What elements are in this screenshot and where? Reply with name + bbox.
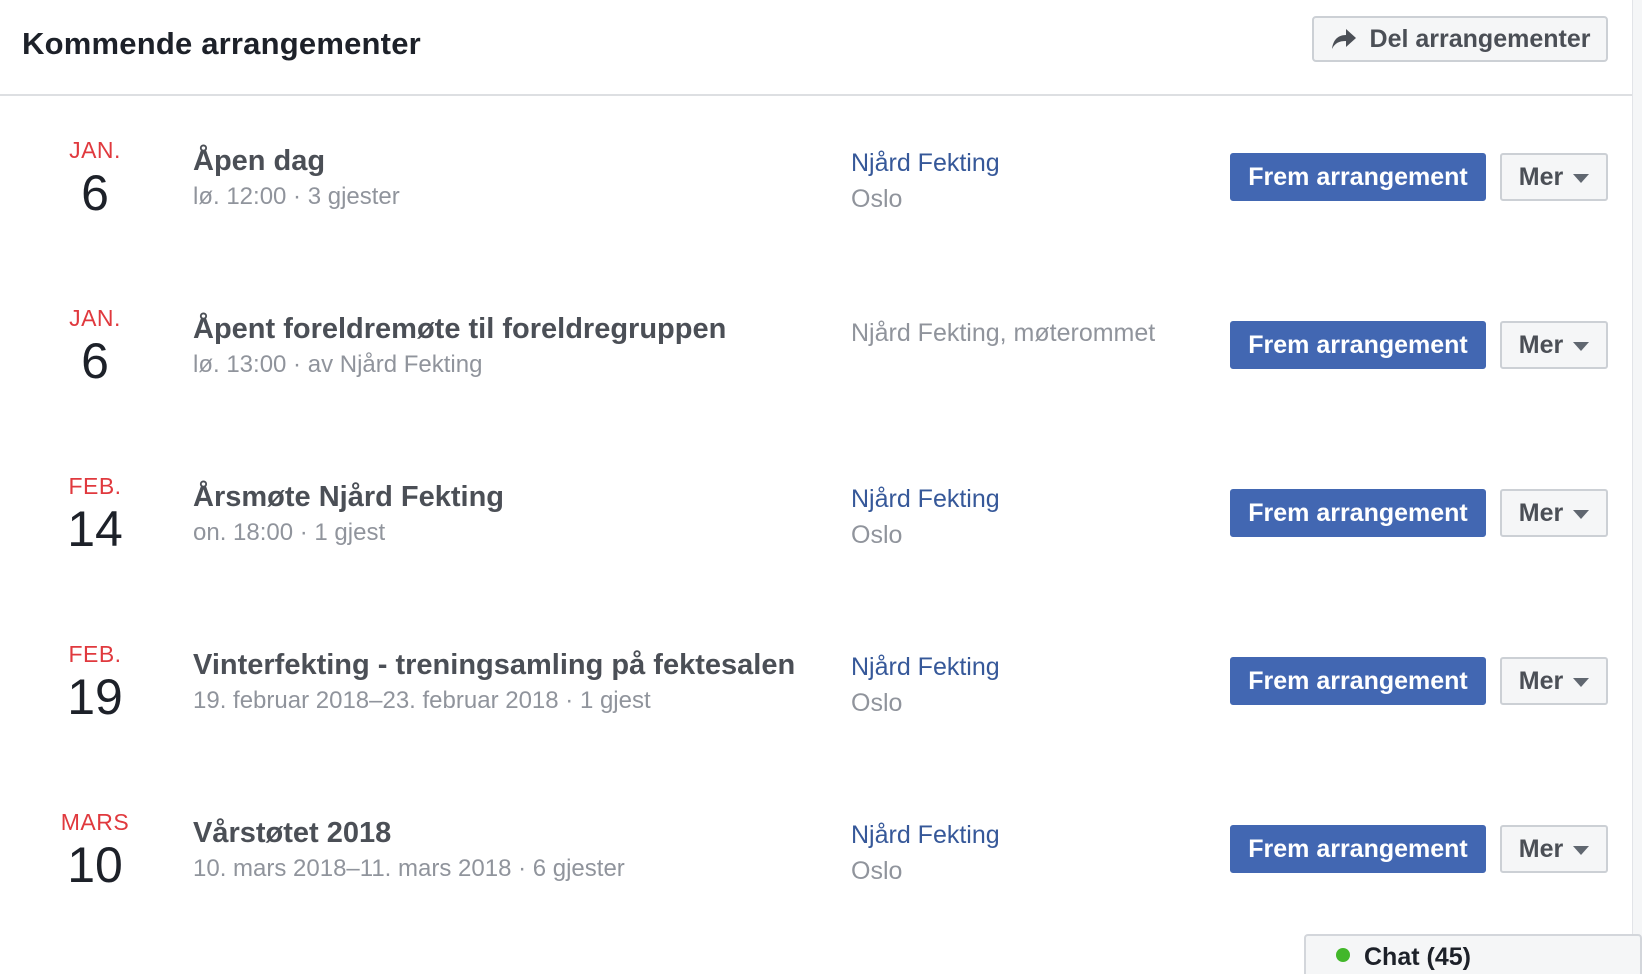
more-label: Mer xyxy=(1518,498,1564,527)
event-date: FEB. 19 xyxy=(30,639,160,725)
events-header: Kommende arrangementer Del arrangementer xyxy=(0,0,1632,96)
share-arrow-icon xyxy=(1330,27,1358,51)
event-day: 6 xyxy=(81,333,109,389)
scrollbar-track[interactable] xyxy=(1632,0,1642,974)
location-link[interactable]: Njård Fekting xyxy=(851,481,1000,517)
more-label: Mer xyxy=(1518,834,1564,863)
location-link[interactable]: Njård Fekting xyxy=(851,817,1000,853)
chat-tab[interactable]: Chat (45) xyxy=(1304,934,1642,974)
event-date: MARS 10 xyxy=(30,807,160,893)
location-link[interactable]: Njård Fekting xyxy=(851,145,1000,181)
location-city: Oslo xyxy=(851,857,903,885)
event-month: MARS xyxy=(60,809,130,835)
event-row: JAN. 6 Åpen dag lø. 12:00 · 3 gjester Nj… xyxy=(0,135,1632,303)
event-day: 14 xyxy=(67,501,123,557)
event-info: Åpent foreldremøte til foreldregruppen l… xyxy=(193,311,726,383)
event-date: JAN. 6 xyxy=(30,135,160,221)
event-info: Vårstøtet 2018 10. mars 2018–11. mars 20… xyxy=(193,815,625,887)
event-title-link[interactable]: Vinterfekting - treningsamling på fektes… xyxy=(193,647,795,683)
event-location: Njård Fekting Oslo xyxy=(851,145,1000,217)
event-day: 10 xyxy=(67,837,123,893)
location-city: Oslo xyxy=(851,185,903,213)
chat-label: Chat (45) xyxy=(1364,942,1471,971)
chevron-down-icon xyxy=(1573,678,1590,687)
event-location: Njård Fekting Oslo xyxy=(851,817,1000,889)
share-events-button[interactable]: Del arrangementer xyxy=(1312,16,1608,62)
event-info: Vinterfekting - treningsamling på fektes… xyxy=(193,647,795,719)
boost-event-button[interactable]: Frem arrangement xyxy=(1230,825,1486,873)
chevron-down-icon xyxy=(1573,342,1590,351)
chevron-down-icon xyxy=(1573,510,1590,519)
more-button[interactable]: Mer xyxy=(1500,825,1608,873)
event-location: Njård Fekting Oslo xyxy=(851,481,1000,553)
share-events-label: Del arrangementer xyxy=(1369,24,1591,53)
event-title-link[interactable]: Åpent foreldremøte til foreldregruppen xyxy=(193,311,726,347)
event-month: FEB. xyxy=(68,641,122,667)
event-meta: lø. 12:00 · 3 gjester xyxy=(193,183,400,210)
boost-event-button[interactable]: Frem arrangement xyxy=(1230,153,1486,201)
page-title: Kommende arrangementer xyxy=(22,26,421,61)
boost-event-button[interactable]: Frem arrangement xyxy=(1230,489,1486,537)
boost-event-button[interactable]: Frem arrangement xyxy=(1230,657,1486,705)
events-page: Kommende arrangementer Del arrangementer… xyxy=(0,0,1642,974)
event-month: JAN. xyxy=(69,305,121,331)
more-label: Mer xyxy=(1518,666,1564,695)
location-city: Oslo xyxy=(851,689,903,717)
event-date: FEB. 14 xyxy=(30,471,160,557)
event-row: JAN. 6 Åpent foreldremøte til foreldregr… xyxy=(0,303,1632,471)
event-day: 19 xyxy=(67,669,123,725)
boost-event-button[interactable]: Frem arrangement xyxy=(1230,321,1486,369)
more-button[interactable]: Mer xyxy=(1500,657,1608,705)
event-location: Njård Fekting, møterommet xyxy=(851,315,1155,351)
event-meta: on. 18:00 · 1 gjest xyxy=(193,519,386,546)
online-dot-icon xyxy=(1336,948,1350,962)
event-row: FEB. 14 Årsmøte Njård Fekting on. 18:00 … xyxy=(0,471,1632,639)
event-meta: 19. februar 2018–23. februar 2018 · 1 gj… xyxy=(193,687,651,714)
location-link[interactable]: Njård Fekting xyxy=(851,649,1000,685)
event-row: FEB. 19 Vinterfekting - treningsamling p… xyxy=(0,639,1632,807)
event-title-link[interactable]: Årsmøte Njård Fekting xyxy=(193,479,504,515)
chevron-down-icon xyxy=(1573,846,1590,855)
event-title-link[interactable]: Åpen dag xyxy=(193,143,400,179)
event-title-link[interactable]: Vårstøtet 2018 xyxy=(193,815,625,851)
event-info: Åpen dag lø. 12:00 · 3 gjester xyxy=(193,143,400,215)
event-meta: 10. mars 2018–11. mars 2018 · 6 gjester xyxy=(193,855,625,882)
more-button[interactable]: Mer xyxy=(1500,153,1608,201)
location-text: Njård Fekting, møterommet xyxy=(851,319,1156,347)
event-day: 6 xyxy=(81,165,109,221)
event-location: Njård Fekting Oslo xyxy=(851,649,1000,721)
event-month: FEB. xyxy=(68,473,122,499)
more-label: Mer xyxy=(1518,162,1564,191)
more-button[interactable]: Mer xyxy=(1500,489,1608,537)
more-label: Mer xyxy=(1518,330,1564,359)
event-meta: lø. 13:00 · av Njård Fekting xyxy=(193,351,483,378)
chevron-down-icon xyxy=(1573,174,1590,183)
event-month: JAN. xyxy=(69,137,121,163)
event-info: Årsmøte Njård Fekting on. 18:00 · 1 gjes… xyxy=(193,479,504,551)
event-date: JAN. 6 xyxy=(30,303,160,389)
more-button[interactable]: Mer xyxy=(1500,321,1608,369)
location-city: Oslo xyxy=(851,521,903,549)
